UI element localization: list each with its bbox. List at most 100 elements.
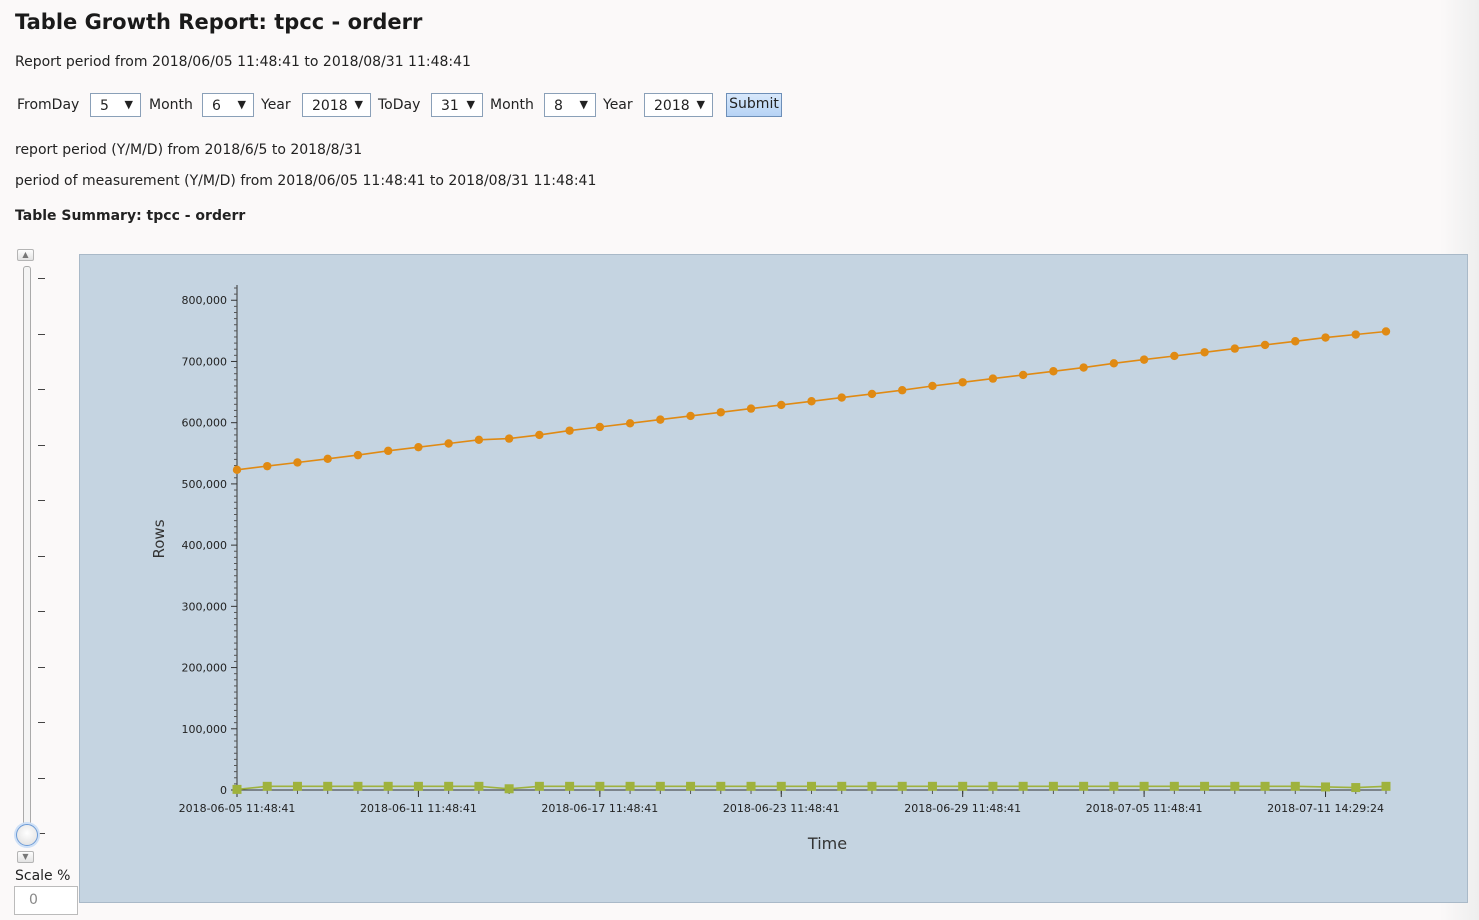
series-0-point [565, 426, 574, 435]
series-0-point [656, 415, 665, 424]
series-1-point [474, 781, 484, 791]
to-year-label: Year [603, 97, 633, 113]
x-tick-label: 2018-07-11 14:29:24 [1267, 802, 1384, 815]
series-0-point [807, 397, 816, 406]
report-period-ymd: report period (Y/M/D) from 2018/6/5 to 2… [15, 142, 363, 158]
scale-down-button[interactable]: ▼ [17, 851, 34, 863]
series-0-point [988, 374, 998, 383]
series-0-point [777, 400, 786, 410]
series-0-point [504, 434, 514, 443]
x-axis-title: Time [807, 834, 847, 853]
dropdown-arrow-icon: ▼ [124, 98, 133, 111]
measurement-period: period of measurement (Y/M/D) from 2018/… [15, 173, 597, 189]
series-1-point [776, 781, 786, 791]
series-1-point [1290, 781, 1300, 791]
series-0-point [686, 411, 695, 421]
series-0-point [383, 446, 393, 456]
growth-chart-svg: 0 100,000 200,000 300,000 400,000 500,000 600,… [150, 285, 1391, 853]
series-0-point [1109, 359, 1119, 368]
series-1-point [353, 781, 363, 791]
y-axis-title: Rows [150, 519, 168, 558]
triangle-down-icon: ▼ [22, 852, 29, 861]
y-tick-label: 200,000 [182, 662, 228, 675]
x-tick-label: 2018-06-11 11:48:41 [360, 802, 477, 815]
series-1-point [1018, 781, 1028, 791]
series-0-point [353, 450, 363, 460]
series-0-point [928, 381, 937, 391]
x-tick-label: 2018-06-23 11:48:41 [723, 802, 840, 815]
to-day-label: ToDay [378, 97, 421, 113]
series-1-point [927, 781, 937, 791]
series-1-point [1109, 781, 1119, 791]
series-0-point [1291, 337, 1300, 346]
series-0-point [1200, 348, 1209, 357]
series-0-point [1018, 370, 1028, 380]
from-year-select[interactable]: 2018 ▼ [302, 93, 371, 117]
scale-slider-thumb[interactable] [16, 824, 38, 846]
from-month-select[interactable]: 6 ▼ [202, 93, 254, 117]
series-1-point [867, 781, 877, 791]
series-0-point [414, 442, 423, 452]
to-year-select[interactable]: 2018 ▼ [644, 93, 713, 117]
from-year-label: Year [261, 97, 291, 113]
y-tick-label: 800,000 [182, 294, 228, 307]
series-1-point [1139, 781, 1149, 791]
series-1-point [1169, 781, 1179, 791]
series-0-point [898, 386, 907, 395]
y-tick-label: 700,000 [182, 355, 228, 368]
series-0-point [595, 422, 605, 432]
x-tick-label: 2018-06-05 11:48:41 [179, 802, 296, 815]
slider-tick [38, 667, 45, 668]
series-1-point [444, 781, 454, 791]
slider-tick [38, 500, 45, 501]
to-month-label: Month [490, 97, 534, 113]
triangle-up-icon: ▲ [22, 250, 29, 259]
series-0-point [1321, 333, 1330, 342]
slider-tick [38, 778, 45, 779]
series-1-point [1260, 781, 1270, 791]
y-tick-label: 500,000 [182, 478, 228, 491]
dropdown-arrow-icon: ▼ [696, 98, 705, 111]
to-month-select[interactable]: 8 ▼ [544, 93, 596, 117]
report-period-text: Report period from 2018/06/05 11:48:41 t… [15, 54, 471, 70]
scale-input[interactable]: 0 [14, 886, 78, 915]
y-tick-label: 100,000 [182, 723, 228, 736]
series-0-point [625, 419, 635, 428]
series-0-point [837, 393, 846, 402]
series-0-point [444, 439, 453, 448]
from-month-label: Month [149, 97, 193, 113]
series-0-point [1139, 355, 1149, 364]
series-0-point [1230, 344, 1240, 353]
series-1-point [1200, 781, 1210, 791]
series-1-point [958, 781, 968, 791]
series-0-point [1170, 351, 1179, 361]
series-1-point [504, 784, 514, 794]
series-0-point [746, 404, 756, 413]
from-day-select[interactable]: 5 ▼ [90, 93, 141, 117]
series-0-point [958, 378, 967, 387]
dropdown-arrow-icon: ▼ [579, 98, 588, 111]
series-0-point [232, 465, 242, 475]
series-0-point [867, 389, 877, 399]
series-1-point [897, 781, 907, 791]
series-1-point [595, 781, 605, 791]
slider-tick [38, 278, 45, 279]
series-1-point [625, 781, 635, 791]
series-1-point [1230, 781, 1240, 791]
to-day-select[interactable]: 31 ▼ [431, 93, 483, 117]
y-tick-label: 300,000 [182, 600, 228, 613]
series-1-point [1079, 781, 1089, 791]
scale-slider-track[interactable] [23, 266, 31, 834]
series-0-point [716, 408, 725, 417]
x-tick-label: 2018-06-29 11:48:41 [904, 802, 1021, 815]
x-tick-label: 2018-07-05 11:48:41 [1086, 802, 1203, 815]
scale-up-button[interactable]: ▲ [17, 249, 34, 261]
slider-tick [38, 611, 45, 612]
series-0-point [1381, 327, 1391, 336]
slider-tick [38, 389, 45, 390]
y-tick-label: 400,000 [182, 539, 228, 552]
series-1-point [807, 781, 816, 791]
series-0-point [293, 458, 302, 467]
scale-label: Scale % [15, 868, 71, 884]
submit-button[interactable]: Submit [726, 93, 782, 117]
